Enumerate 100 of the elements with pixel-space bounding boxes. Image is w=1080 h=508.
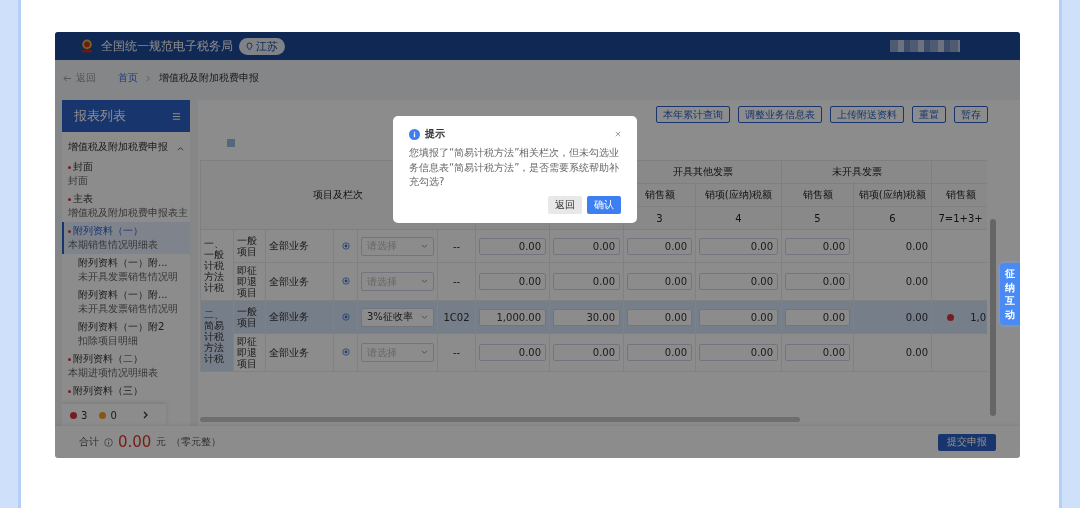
amount-input[interactable]: 0.00	[553, 237, 621, 255]
amount-in-words: （零元整）	[171, 435, 222, 449]
amount-input[interactable]: 1,000.00	[479, 308, 547, 326]
target-icon[interactable]	[341, 241, 350, 250]
amount-input[interactable]: 0.00	[699, 344, 779, 361]
close-icon[interactable]	[615, 131, 621, 137]
chevron-down-icon	[421, 279, 428, 284]
select-field[interactable]: 3%征收率	[361, 307, 434, 327]
column-header: 销售额	[644, 189, 675, 200]
warning-count: 0	[110, 409, 117, 421]
column-number: 5	[814, 212, 821, 224]
currency-unit: 元	[156, 435, 167, 449]
amount-input[interactable]: 0.00	[785, 273, 851, 290]
amount-input[interactable]: 0.00	[627, 344, 693, 361]
amount-input[interactable]: 0.00	[553, 273, 621, 290]
chevron-down-icon	[421, 314, 428, 320]
sidebar-item[interactable]: 主表 增值税及附加税费申报表主	[62, 190, 190, 222]
target-icon[interactable]	[341, 348, 350, 356]
amount-input[interactable]: 30.00	[553, 308, 621, 326]
table-cell: 一、一般计税方法计税	[204, 237, 224, 293]
column-number: 6	[889, 212, 896, 224]
breadcrumb-item[interactable]: 首页	[118, 71, 138, 85]
column-header: 销项(应纳)税额	[704, 189, 773, 200]
table-cell: 1C02	[443, 311, 470, 323]
column-header: 项目及栏次	[313, 189, 363, 200]
sidebar-group[interactable]: 增值税及附加税费申报	[62, 138, 190, 158]
column-number: 7=1+3+	[938, 212, 983, 224]
sidebar-title: 报表列表	[74, 107, 126, 125]
table-cell: --	[452, 347, 461, 358]
table-cell: 全部业务	[269, 346, 309, 358]
total-amount: 0.00	[118, 433, 152, 451]
table-cell: 1,0	[970, 311, 987, 323]
side-tab[interactable]: 征纳互动	[1000, 263, 1020, 325]
sidebar-subitem[interactable]: 附列资料（一）附... 未开具发票销售情况明	[62, 286, 190, 318]
warning-icon	[99, 411, 107, 419]
toolbar-button[interactable]: 暂存	[954, 106, 988, 123]
validation-summary[interactable]: 3 0	[62, 404, 166, 426]
toolbar-button[interactable]: 调整业务信息表	[738, 106, 822, 123]
submit-button[interactable]: 提交申报	[938, 433, 996, 451]
error-icon	[70, 411, 77, 419]
region-selector[interactable]: 江苏	[239, 37, 285, 55]
amount-input[interactable]: 0.00	[627, 273, 693, 290]
amount-input[interactable]: 0.00	[553, 344, 621, 361]
chevron-right-icon	[146, 74, 151, 82]
amount-input[interactable]: 0.00	[699, 237, 779, 255]
amount-input[interactable]: 0.00	[479, 273, 547, 290]
dialog-title: 提示	[425, 127, 445, 141]
amount-input[interactable]: 0.00	[479, 344, 547, 361]
dialog-message: 您填报了“简易计税方法”相关栏次，但未勾选业务信息表“简易计税方法”，是否需要系统帮助补充勾选?	[409, 146, 621, 189]
sidebar-item[interactable]: 封面 封面	[62, 158, 190, 190]
chevron-down-icon	[421, 350, 428, 355]
site-title: 全国统一规范电子税务局	[101, 37, 233, 55]
blurred-user-info	[890, 40, 960, 52]
total-label: 合计	[79, 435, 99, 449]
square-icon	[227, 139, 235, 147]
table-cell: 0.00	[905, 347, 929, 358]
sidebar-item[interactable]: 附列资料（三）	[62, 382, 190, 400]
column-number: 4	[735, 212, 742, 224]
dialog-button[interactable]: 返回	[548, 195, 582, 214]
list-icon[interactable]	[172, 111, 181, 121]
emblem-icon	[79, 38, 95, 54]
column-group-header: 未开具发票	[831, 166, 882, 177]
amount-input[interactable]: 0.00	[785, 237, 851, 255]
sidebar-subitem[interactable]: 附列资料（一）附2 扣除项目明细	[62, 318, 190, 350]
table-cell: 一般项目	[237, 235, 257, 257]
amount-input[interactable]: 0.00	[785, 344, 851, 361]
table-cell: 全部业务	[269, 240, 309, 251]
back-arrow-icon[interactable]	[63, 74, 72, 82]
table-cell: 0.00	[905, 311, 929, 323]
breadcrumb-item: 增值税及附加税费申报	[159, 71, 259, 85]
table-cell: 即征即退项目	[237, 265, 257, 298]
dialog-button[interactable]: 确认	[587, 195, 621, 214]
amount-input[interactable]: 0.00	[627, 237, 693, 255]
table-cell: 全部业务	[269, 311, 309, 322]
table-cell: 即征即退项目	[237, 336, 257, 369]
target-icon[interactable]	[341, 312, 350, 321]
chevron-right-icon	[142, 411, 149, 419]
target-icon[interactable]	[341, 277, 350, 285]
toolbar-button[interactable]: 重置	[912, 106, 946, 123]
column-number: 3	[656, 212, 663, 224]
chevron-down-icon	[421, 243, 428, 249]
column-group-header: 开具其他发票	[672, 166, 733, 177]
sidebar-item[interactable]: 附列资料（二） 本期进项情况明细表	[62, 350, 190, 382]
toolbar-button[interactable]: 上传附送资料	[830, 106, 904, 123]
amount-input[interactable]: 0.00	[785, 308, 851, 326]
column-header: 销项(应纳)税额	[858, 189, 927, 200]
column-header: 销售额	[945, 189, 976, 200]
horizontal-scrollbar[interactable]	[200, 417, 800, 422]
error-count: 3	[81, 409, 88, 421]
table-cell: --	[452, 276, 461, 287]
column-header: 销售额	[802, 189, 833, 200]
table-cell: 全部业务	[269, 275, 309, 287]
amount-input[interactable]: 0.00	[699, 308, 779, 326]
location-pin-icon	[246, 41, 253, 51]
amount-input[interactable]: 0.00	[479, 237, 547, 255]
sidebar-subitem[interactable]: 附列资料（一）附... 未开具发票销售情况明	[62, 254, 190, 286]
info-icon	[409, 128, 420, 140]
toolbar-button[interactable]: 本年累计查询	[656, 106, 730, 123]
amount-input[interactable]: 0.00	[699, 273, 779, 290]
amount-input[interactable]: 0.00	[627, 308, 693, 326]
